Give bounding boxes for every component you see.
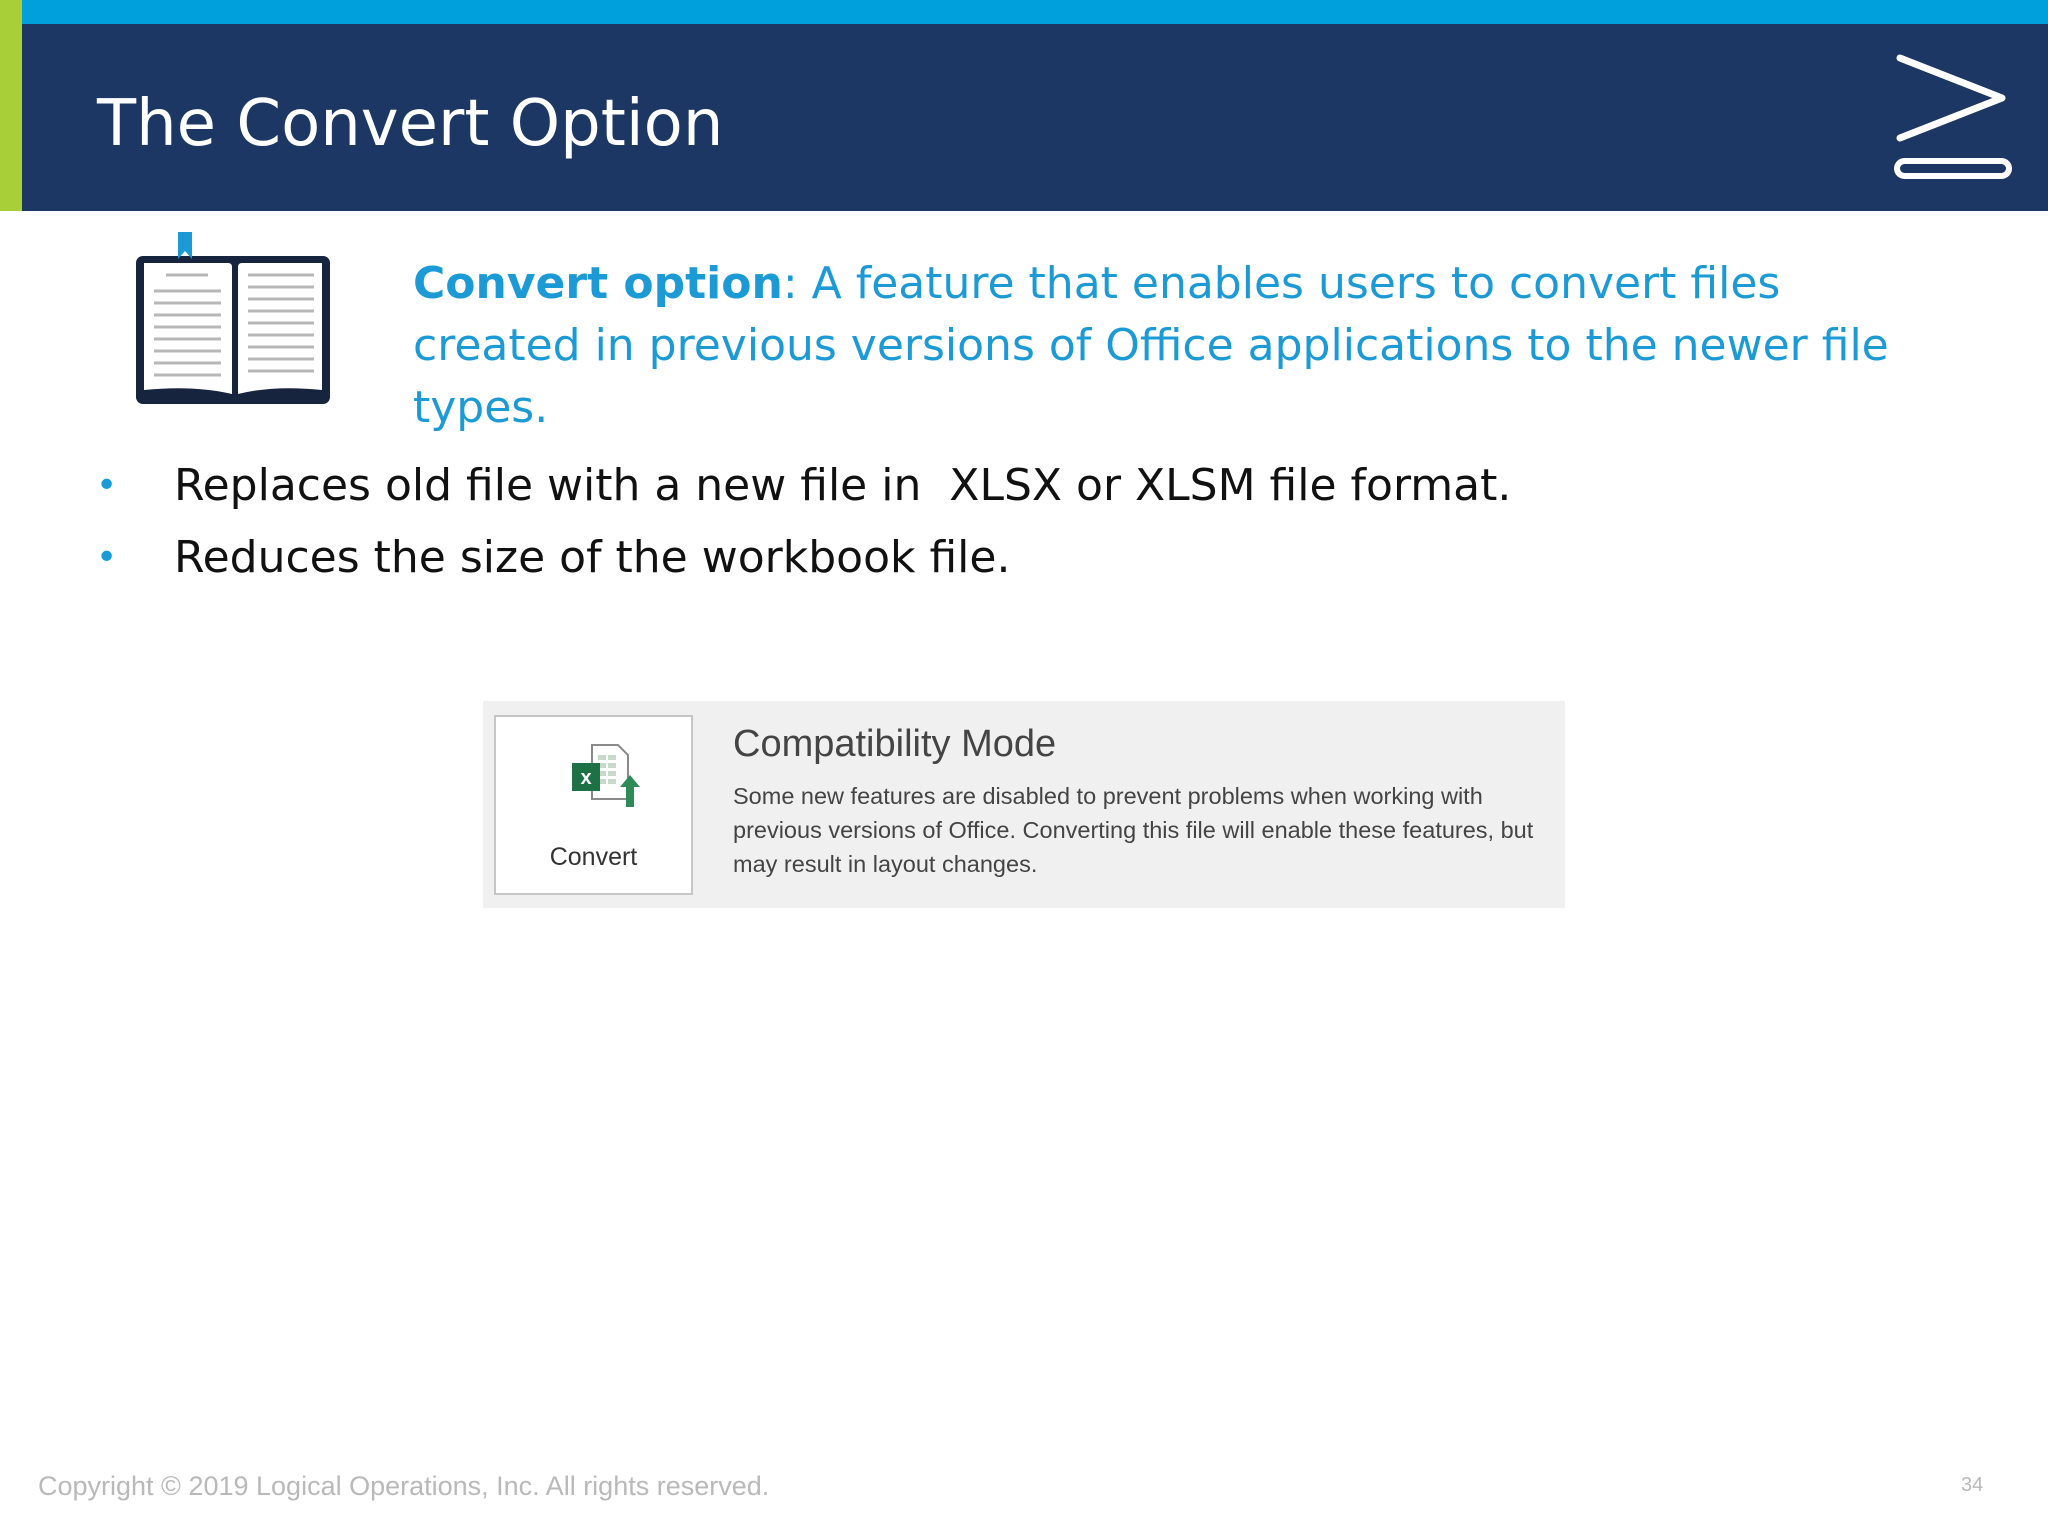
header-left-accent <box>0 0 22 211</box>
bullet-dot-icon: • <box>96 465 118 506</box>
slide-title: The Convert Option <box>97 87 724 161</box>
svg-text:x: x <box>580 767 591 789</box>
bullet-text: Replaces old file with a new file in XLS… <box>174 460 1512 511</box>
compatibility-mode-title: Compatibility Mode <box>733 723 1057 765</box>
header-top-stripe <box>0 0 2048 24</box>
bullet-text: Reduces the size of the workbook file. <box>174 532 1011 583</box>
bullet-list: • Replaces old file with a new file in XL… <box>96 450 1796 594</box>
bullet-item: • Reduces the size of the workbook file. <box>96 522 1796 594</box>
bullet-item: • Replaces old file with a new file in XL… <box>96 450 1796 522</box>
bullet-dot-icon: • <box>96 537 118 578</box>
convert-button[interactable]: x Convert <box>494 715 693 895</box>
excel-convert-icon: x <box>572 744 640 807</box>
page-number: 34 <box>1961 1474 1984 1496</box>
definition-text: Convert option: A feature that enables u… <box>413 253 1913 439</box>
compatibility-mode-description: Some new features are disabled to preven… <box>733 783 1534 877</box>
convert-button-label: Convert <box>549 843 638 871</box>
open-book-icon <box>136 232 330 404</box>
definition-term: Convert option <box>413 258 783 309</box>
compatibility-mode-panel: x Convert Compatibility Mode Some new fe… <box>483 701 1565 908</box>
footer-copyright: Copyright © 2019 Logical Operations, Inc… <box>38 1471 770 1501</box>
chevron-logo-icon <box>1894 54 2012 179</box>
